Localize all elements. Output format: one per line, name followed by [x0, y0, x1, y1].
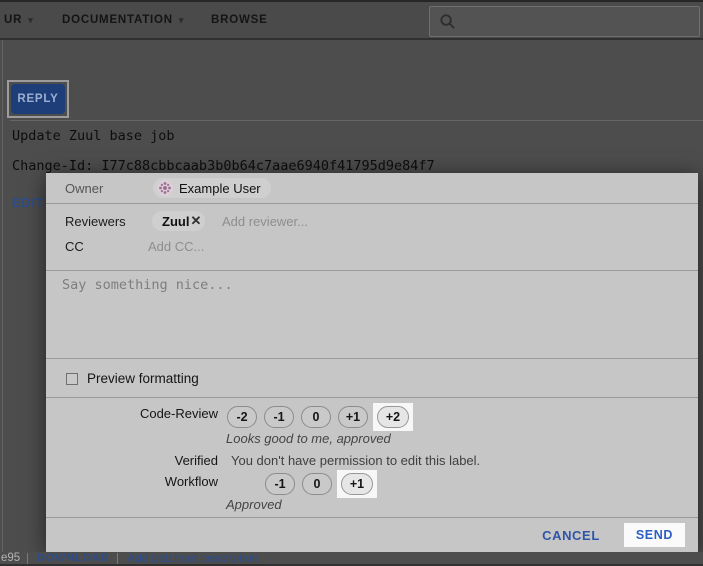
workflow-buttons: -1 0 +1 — [265, 470, 377, 498]
vote-button-zero[interactable]: 0 — [302, 473, 332, 495]
reviewers-label: Reviewers — [65, 214, 126, 229]
verified-permission-message: You don't have permission to edit this l… — [231, 453, 480, 468]
menu-documentation[interactable]: DOCUMENTATION ▾ — [62, 2, 184, 38]
page-left-border — [2, 40, 3, 566]
search-box[interactable] — [429, 6, 700, 37]
reviewer-chip-zuul: Zuul ✕ — [152, 211, 205, 231]
avatar — [157, 180, 173, 196]
send-button[interactable]: SEND — [630, 527, 679, 543]
owner-chip[interactable]: Example User — [153, 178, 271, 198]
chevron-down-icon: ▾ — [179, 15, 184, 26]
dialog-divider — [46, 203, 698, 204]
vote-button-plus1[interactable]: +1 — [338, 406, 368, 428]
preview-formatting-label: Preview formatting — [87, 371, 199, 386]
vote-button-minus1[interactable]: -1 — [264, 406, 294, 428]
selected-vote-highlight: +2 — [373, 403, 413, 431]
topbar: UR ▾ DOCUMENTATION ▾ BROWSE — [0, 0, 703, 40]
add-reviewer-input[interactable]: Add reviewer... — [222, 214, 308, 229]
preview-formatting-row: Preview formatting — [66, 371, 199, 386]
verified-label: Verified — [46, 453, 218, 468]
search-icon — [439, 13, 456, 30]
code-review-buttons: -2 -1 0 +1 +2 — [227, 403, 413, 431]
dialog-divider — [46, 358, 698, 359]
code-review-description: Looks good to me, approved — [226, 431, 391, 446]
cancel-button[interactable]: CANCEL — [536, 527, 606, 544]
workflow-label: Workflow — [46, 474, 218, 489]
chevron-down-icon: ▾ — [28, 15, 33, 26]
bottom-bar-divider — [117, 553, 118, 564]
bottom-bar-divider — [27, 553, 28, 564]
reply-dialog: Owner Example User Reviewers Zuul — [46, 173, 698, 552]
remove-reviewer-icon[interactable]: ✕ — [190, 213, 201, 229]
code-review-label: Code-Review — [46, 406, 218, 421]
vote-button-zero[interactable]: 0 — [301, 406, 331, 428]
preview-formatting-checkbox[interactable] — [66, 373, 78, 385]
dialog-footer: CANCEL SEND — [46, 518, 698, 552]
change-id-line: Change-Id: I77c88cbbcaab3b0b64c7aae6940f… — [12, 158, 435, 174]
menu-your[interactable]: UR ▾ — [4, 2, 34, 38]
menu-documentation-label: DOCUMENTATION — [62, 14, 173, 26]
menu-your-label: UR — [4, 14, 22, 26]
vote-button-minus2[interactable]: -2 — [227, 406, 257, 428]
edit-link[interactable]: EDIT — [12, 195, 44, 210]
reviewer-chip-name: Zuul — [162, 214, 189, 229]
reply-button[interactable]: REPLY — [11, 84, 65, 114]
add-cc-input[interactable]: Add CC... — [148, 239, 204, 254]
selected-vote-highlight: +1 — [337, 470, 377, 498]
workflow-description: Approved — [226, 497, 282, 512]
cc-label: CC — [65, 239, 84, 254]
vote-button-plus2-selected[interactable]: +2 — [377, 406, 409, 428]
vote-button-minus1[interactable]: -1 — [265, 473, 295, 495]
page-divider — [10, 120, 703, 121]
menu-browse-label: BROWSE — [211, 14, 268, 26]
vote-button-plus1-selected[interactable]: +1 — [341, 473, 373, 495]
menu-browse[interactable]: BROWSE — [211, 2, 268, 38]
owner-label: Owner — [65, 181, 103, 196]
search-input[interactable] — [463, 7, 699, 36]
dialog-divider — [46, 397, 698, 398]
send-button-highlight: SEND — [624, 523, 685, 547]
gerrit-change-screen: UR ▾ DOCUMENTATION ▾ BROWSE REPLY Update… — [0, 0, 703, 566]
commit-title: Update Zuul base job — [12, 128, 175, 144]
owner-chip-name: Example User — [179, 181, 261, 196]
reply-message-textarea[interactable]: Say something nice... — [62, 277, 233, 293]
dialog-divider — [46, 270, 698, 271]
